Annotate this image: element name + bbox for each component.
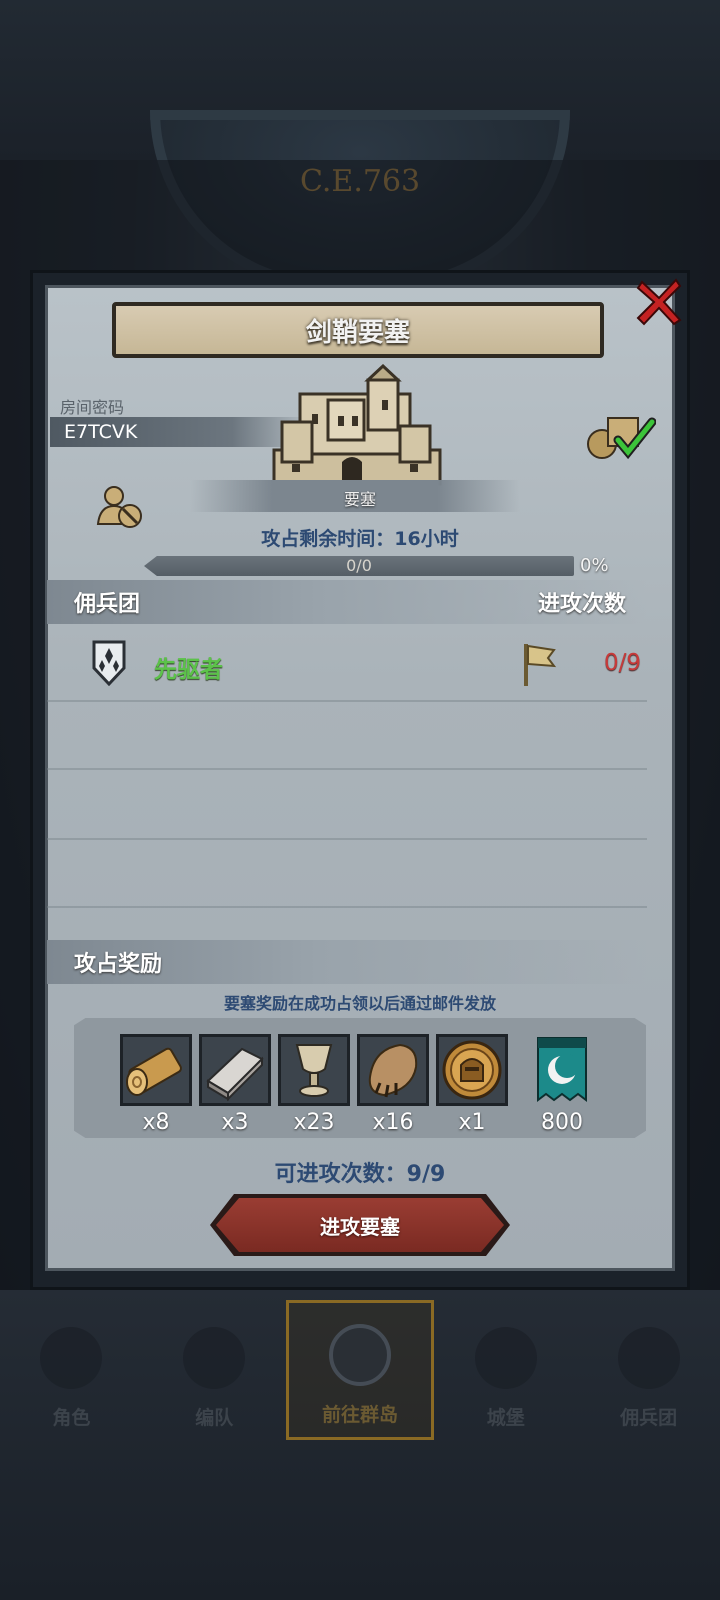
guild-attack-count: 0/9 <box>604 650 642 676</box>
goblet-icon <box>295 1044 333 1097</box>
reward-slot[interactable] <box>357 1034 429 1106</box>
wood-log-icon <box>126 1047 182 1096</box>
room-code-label: 房间密码 <box>60 398 125 417</box>
capture-time-remaining: 攻占剩余时间：16小时 <box>261 528 459 550</box>
bottom-nav: 角色 编队 前往群岛 城堡 佣兵团 <box>0 1300 720 1440</box>
reward-qty: 800 <box>541 1110 583 1135</box>
reward-slot[interactable] <box>120 1034 192 1106</box>
reward-qty: x3 <box>221 1110 249 1135</box>
attack-count-header: 进攻次数 <box>538 592 627 617</box>
nav-item-castle[interactable]: 城堡 <box>434 1300 577 1440</box>
capture-progress-percent: 0% <box>580 555 609 576</box>
attack-button-label: 进攻要塞 <box>320 1214 400 1239</box>
reward-slot[interactable] <box>199 1034 271 1106</box>
reward-qty: x16 <box>372 1110 414 1135</box>
castle-icon <box>474 1327 537 1389</box>
nav-label: 前往群岛 <box>321 1404 398 1426</box>
attacks-available: 可进攻次数：9/9 <box>274 1162 446 1187</box>
guild-banner-icon <box>537 1037 587 1102</box>
reward-slot[interactable] <box>526 1034 598 1106</box>
mercenary-section-title: 佣兵团 <box>74 592 141 617</box>
mercenary-icon <box>617 1327 680 1389</box>
room-code[interactable]: E7TCVK <box>64 421 137 443</box>
title-banner: 剑鞘要塞 <box>112 302 604 358</box>
nav-label: 角色 <box>52 1407 91 1429</box>
pelt-icon <box>368 1043 418 1098</box>
character-icon <box>40 1327 103 1389</box>
islands-icon <box>328 1324 391 1386</box>
reward-qty: x1 <box>458 1110 486 1135</box>
shield-emblem-icon <box>92 640 126 686</box>
nav-label: 城堡 <box>486 1407 525 1429</box>
nav-item-formation[interactable]: 编队 <box>143 1300 286 1440</box>
row-divider <box>47 700 647 702</box>
knight-medal-icon <box>442 1040 502 1100</box>
attack-fortress-button[interactable]: 进攻要塞 <box>216 1198 504 1252</box>
loot-collected-icon[interactable] <box>584 410 656 462</box>
dialog-title: 剑鞘要塞 <box>305 317 410 348</box>
nav-label: 佣兵团 <box>620 1407 678 1429</box>
flag-icon <box>524 644 557 686</box>
fortress-label: 要塞 <box>343 490 376 509</box>
guild-name[interactable]: 先驱者 <box>154 650 223 684</box>
reward-qty: x23 <box>293 1110 335 1135</box>
close-icon <box>636 278 682 326</box>
nav-item-islands[interactable]: 前往群岛 <box>285 1300 435 1440</box>
capture-progress-text: 0/0 <box>346 556 372 575</box>
rewards-note: 要塞奖励在成功占领以后通过邮件发放 <box>223 994 496 1013</box>
reward-slot[interactable] <box>278 1034 350 1106</box>
nav-item-mercenary[interactable]: 佣兵团 <box>577 1300 720 1440</box>
formation-icon <box>183 1327 246 1389</box>
fortress-castle-icon <box>272 364 442 486</box>
nav-item-character[interactable]: 角色 <box>0 1300 143 1440</box>
row-divider <box>47 838 647 840</box>
row-divider <box>47 768 647 770</box>
reward-slot[interactable] <box>436 1034 508 1106</box>
rewards-section-title: 攻占奖励 <box>74 952 163 977</box>
reward-qty: x8 <box>142 1110 170 1135</box>
iron-ingot-icon <box>206 1047 264 1102</box>
close-button[interactable] <box>634 276 684 326</box>
row-divider <box>47 906 647 908</box>
nav-label: 编队 <box>195 1407 234 1429</box>
